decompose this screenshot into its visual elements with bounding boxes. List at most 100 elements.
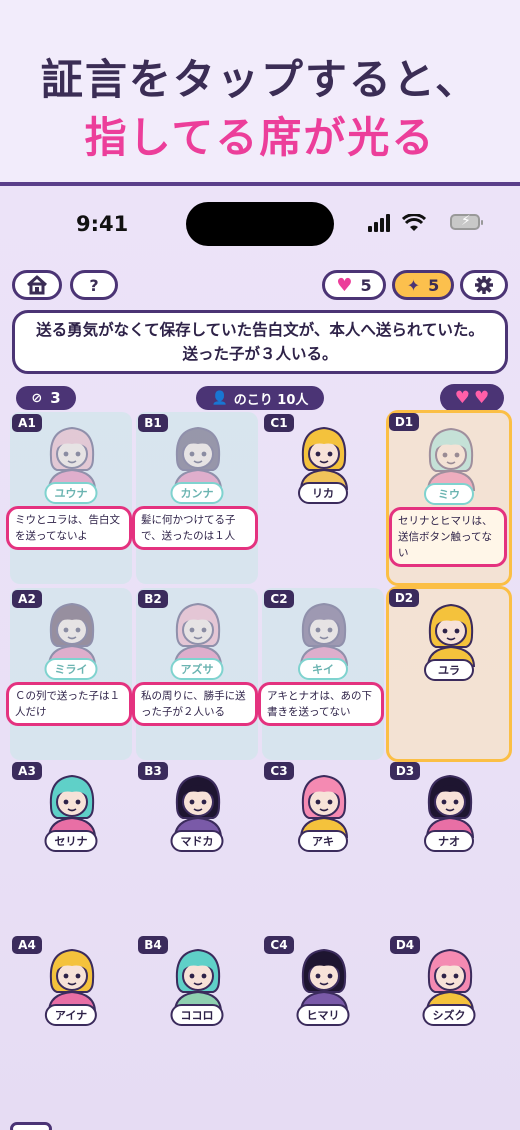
seat-label: A1 <box>12 414 42 432</box>
seat-d2[interactable]: D2 ユラ <box>386 586 512 762</box>
character-name: アズサ <box>170 658 224 680</box>
phone-screen: 9:41 ⚡ ? ♥ 5 ✦ 5 送る勇気がなくて保存していた告白文が、本人へ送… <box>0 190 520 1130</box>
seat-label: C3 <box>264 762 294 780</box>
character-avatar <box>425 948 475 1012</box>
character-avatar <box>47 774 97 838</box>
character-name: セリナ <box>44 830 98 852</box>
promo-banner: 証言をタップすると、 指してる席が光る <box>0 0 520 186</box>
character-name: リカ <box>298 482 348 504</box>
seat-label: D3 <box>390 762 420 780</box>
seat-label: B3 <box>138 762 168 780</box>
seat-b2[interactable]: B2 アズサ 私の周りに、勝手に送った子が２人いる <box>132 588 258 760</box>
seat-label: A2 <box>12 590 42 608</box>
character-name: ユラ <box>424 659 474 681</box>
lives-counter[interactable]: ♥ 5 <box>322 270 386 300</box>
sparkle-icon: ✦ <box>406 275 421 295</box>
character-name: シズク <box>422 1004 476 1026</box>
hints-value: 5 <box>428 275 440 295</box>
seat-d4[interactable]: D4 シズク <box>388 934 510 1106</box>
dynamic-island <box>186 202 334 246</box>
help-button[interactable]: ? <box>70 270 118 300</box>
person-icon: 👤 <box>211 390 228 406</box>
promo-subheadline: 指してる席が光る <box>84 113 436 162</box>
character-avatar <box>426 427 476 491</box>
no-send-icon: ⊘ <box>31 390 43 406</box>
character-avatar <box>425 774 475 838</box>
remaining-label: のこり 10人 <box>233 392 309 408</box>
character-name: ココロ <box>170 1004 224 1026</box>
signal-icon <box>368 214 394 232</box>
battery-icon: ⚡ <box>450 213 483 230</box>
character-avatar <box>173 948 223 1012</box>
seat-c2[interactable]: C2 キイ アキとナオは、あの下書きを送ってない <box>258 588 384 760</box>
seat-label: A3 <box>12 762 42 780</box>
seat-label: C2 <box>264 590 294 608</box>
hints-counter[interactable]: ✦ 5 <box>392 270 454 300</box>
character-avatar <box>299 948 349 1012</box>
seat-c3[interactable]: C3 アキ <box>262 760 384 932</box>
seat-label: A4 <box>12 936 42 954</box>
seat-b1[interactable]: B1 カンナ 髪に何かつけてる子で、送ったのは１人 <box>132 412 258 584</box>
seat-label: D1 <box>389 413 419 431</box>
bottom-tab[interactable] <box>10 1122 52 1130</box>
character-avatar <box>173 426 223 490</box>
puzzle-prompt: 送る勇気がなくて保存していた告白文が、本人へ送られていた。送った子が３人いる。 <box>12 310 508 374</box>
seat-label: B4 <box>138 936 168 954</box>
seat-a3[interactable]: A3 セリナ <box>10 760 132 932</box>
hearts-indicator: ♥ ♥ <box>440 384 504 412</box>
heart-icon: ♥ <box>454 388 470 408</box>
character-avatar <box>173 774 223 838</box>
testimony-bubble[interactable]: 髪に何かつけてる子で、送ったのは１人 <box>132 506 258 550</box>
testimony-bubble[interactable]: セリナとヒマリは、送信ボタン触ってない <box>389 507 507 567</box>
seat-label: C1 <box>264 414 294 432</box>
character-name: ミウ <box>424 483 474 505</box>
seat-a1[interactable]: A1 ユウナ ミウとユラは、告白文を送ってないよ <box>6 412 132 584</box>
lives-value: 5 <box>360 275 372 295</box>
seat-b3[interactable]: B3 マドカ <box>136 760 258 932</box>
character-avatar <box>299 602 349 666</box>
seat-label: B1 <box>138 414 168 432</box>
seat-d1[interactable]: D1 ミウ セリナとヒマリは、送信ボタン触ってない <box>386 410 512 586</box>
character-avatar <box>47 426 97 490</box>
heart-icon: ♥ <box>474 388 490 408</box>
testimony-bubble[interactable]: アキとナオは、あの下書きを送ってない <box>258 682 384 726</box>
seat-c1[interactable]: C1 リカ <box>262 412 384 584</box>
character-avatar <box>299 426 349 490</box>
seat-a2[interactable]: A2 ミライ Ｃの列で送った子は１人だけ <box>6 588 132 760</box>
character-name: マドカ <box>170 830 224 852</box>
seat-label: B2 <box>138 590 168 608</box>
character-name: アイナ <box>44 1004 98 1026</box>
character-avatar <box>47 602 97 666</box>
testimony-bubble[interactable]: 私の周りに、勝手に送った子が２人いる <box>132 682 258 726</box>
marked-counter: ⊘ 3 <box>16 386 76 410</box>
status-time: 9:41 <box>76 212 129 236</box>
character-name: ユウナ <box>44 482 98 504</box>
character-name: ヒマリ <box>296 1004 350 1026</box>
settings-button[interactable] <box>460 270 508 300</box>
character-avatar <box>426 603 476 667</box>
home-icon <box>27 275 47 295</box>
character-name: アキ <box>298 830 348 852</box>
marked-value: 3 <box>50 389 61 407</box>
character-name: カンナ <box>170 482 224 504</box>
seat-label: D2 <box>389 589 419 607</box>
seat-c4[interactable]: C4 ヒマリ <box>262 934 384 1106</box>
character-avatar <box>173 602 223 666</box>
gear-icon <box>475 276 493 294</box>
home-button[interactable] <box>12 270 62 300</box>
seat-b4[interactable]: B4 ココロ <box>136 934 258 1106</box>
wifi-icon <box>402 214 426 231</box>
testimony-bubble[interactable]: ミウとユラは、告白文を送ってないよ <box>6 506 132 550</box>
testimony-bubble[interactable]: Ｃの列で送った子は１人だけ <box>6 682 132 726</box>
promo-headline: 証言をタップすると、 <box>40 55 480 104</box>
character-name: ナオ <box>424 830 474 852</box>
character-avatar <box>47 948 97 1012</box>
heart-icon: ♥ <box>336 274 353 296</box>
character-name: ミライ <box>44 658 98 680</box>
character-avatar <box>299 774 349 838</box>
seat-label: C4 <box>264 936 294 954</box>
remaining-counter: 👤 のこり 10人 <box>196 386 324 410</box>
seat-a4[interactable]: A4 アイナ <box>10 934 132 1106</box>
seat-d3[interactable]: D3 ナオ <box>388 760 510 932</box>
character-name: キイ <box>298 658 348 680</box>
